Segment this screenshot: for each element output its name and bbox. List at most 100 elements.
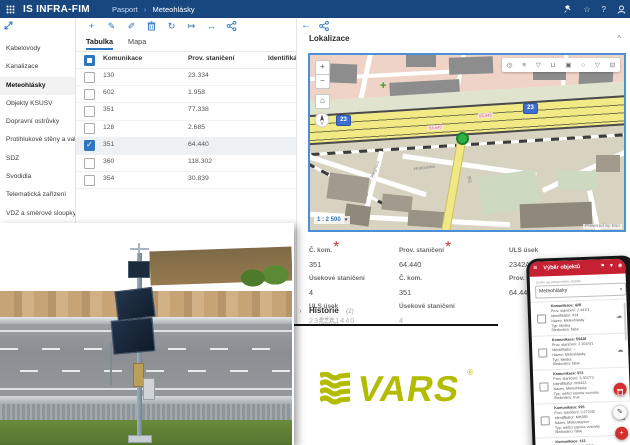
back-button[interactable]: ← <box>301 20 311 31</box>
sidebar-item-sdz[interactable]: SDZ <box>0 150 75 168</box>
column-header-komunikace[interactable]: Komunikace <box>103 55 142 62</box>
sidebar-item-telematicka-zarizeni[interactable]: Telematická zařízení <box>0 186 75 204</box>
tab-tabulka[interactable]: Tabulka <box>86 37 113 50</box>
column-header-prov-staniceni[interactable]: Prov. staničení <box>188 55 234 62</box>
edit-fab[interactable]: ✎ <box>612 405 628 421</box>
layers-icon[interactable]: ▣ <box>565 61 571 69</box>
map-compass[interactable] <box>314 112 330 128</box>
share-icon[interactable] <box>319 21 329 31</box>
road-shield-23: 23 <box>336 115 351 126</box>
map-home-button[interactable]: ⌂ <box>315 94 330 109</box>
map-plus-marker: + <box>380 80 386 92</box>
table-row[interactable]: 128 2.685 <box>76 120 296 138</box>
pasport-sidebar: Kabelovody Kanalizace Meteohlásky Objekt… <box>0 18 76 223</box>
select-all-checkbox[interactable] <box>84 55 95 66</box>
map-attribution: Powered by Esri <box>583 224 622 229</box>
photo-solar-panel <box>111 317 156 355</box>
map-scale-selector[interactable]: 1 : 2 500▾ <box>314 216 350 224</box>
object-type-select[interactable]: Meteohlásky ▾ <box>535 283 626 299</box>
map-zoom-in-button[interactable]: + <box>315 60 330 75</box>
pin-icon[interactable] <box>564 5 572 13</box>
item-checkbox[interactable] <box>539 382 548 391</box>
row-checkbox[interactable] <box>84 72 95 83</box>
table-row[interactable]: 130 23.334 <box>76 68 296 86</box>
menu-icon[interactable]: ≡ <box>533 265 537 272</box>
sidebar-item-kanalizace[interactable]: Kanalizace <box>0 58 75 76</box>
filter-icon[interactable]: ▼ <box>609 262 614 268</box>
share-button[interactable] <box>226 21 237 31</box>
edit-button[interactable]: ✎ <box>106 21 117 32</box>
mobile-app-overlay: ≡ Výběr objektů ⚑ ▼ ◉ Zvolte typ pasport… <box>526 255 630 445</box>
sidebar-item-kabelovody[interactable]: Kabelovody <box>0 40 75 58</box>
lokalizace-map[interactable]: + 64.440 64.440 23 23 Riegrova Hrotovick… <box>308 53 626 232</box>
registered-mark: ® <box>467 368 473 377</box>
sidebar-item-meteohlasky[interactable]: Meteohlásky <box>0 77 75 95</box>
app-title: IS INFRA-FIM <box>23 4 90 15</box>
photo-solar-panel <box>128 261 150 278</box>
field-prov-staniceni: Prov. staničení* 64.440 <box>399 239 499 269</box>
phone-list-item[interactable]: Komunikace: 428Prov. staničení: 2.441/1 … <box>530 299 627 337</box>
table-row[interactable]: 602 1.958 <box>76 85 296 103</box>
cloud-sync-icon[interactable]: ☁ <box>617 347 623 354</box>
app-launcher-icon[interactable] <box>6 5 15 14</box>
cloud-sync-icon[interactable]: ☁ <box>616 313 622 320</box>
print-icon[interactable]: ⊟ <box>610 61 615 69</box>
help-icon[interactable]: ? <box>602 5 606 14</box>
field-usekove-staniceni: Úsekové staničení 4 <box>309 267 409 297</box>
item-checkbox[interactable] <box>541 416 550 425</box>
sidebar-item-protihlukove-steny[interactable]: Protihlukové stěny a valy <box>0 131 75 149</box>
expand-panel-icon[interactable] <box>4 21 13 30</box>
select-icon[interactable]: ▽ <box>595 61 600 69</box>
sidebar-item-objekty-ksusv[interactable]: Objekty KSUSV <box>0 95 75 113</box>
row-checkbox[interactable] <box>84 106 95 117</box>
table-row[interactable]: 354 30.839 <box>76 171 296 189</box>
phone-screen: ≡ Výběr objektů ⚑ ▼ ◉ Zvolte typ pasport… <box>529 259 630 445</box>
swap-button[interactable]: ↔ <box>206 21 217 31</box>
row-checkbox[interactable] <box>84 158 95 169</box>
add-fab[interactable]: + <box>615 427 628 440</box>
user-icon[interactable] <box>617 5 626 14</box>
measure-icon[interactable]: ⊔ <box>551 61 556 69</box>
section-title-lokalizace: Lokalizace <box>309 34 349 43</box>
row-checkbox[interactable] <box>84 123 95 134</box>
row-checkbox[interactable] <box>84 89 95 100</box>
collapse-section-icon[interactable]: ^ <box>617 34 621 43</box>
item-checkbox[interactable] <box>537 314 546 323</box>
sidebar-item-vdz-smerove-sloupky[interactable]: VDZ a směrové sloupky <box>0 205 75 223</box>
move-to-button[interactable]: ↦ <box>186 21 197 32</box>
sidebar-item-svodidla[interactable]: Svodidla <box>0 168 75 186</box>
table-row-selected[interactable]: 351 64.440 <box>76 137 296 155</box>
row-checkbox[interactable] <box>84 140 95 151</box>
breadcrumb-parent[interactable]: Pasport <box>112 5 138 14</box>
expand-historie-icon[interactable]: › <box>299 308 301 315</box>
map-selected-object-marker[interactable] <box>456 132 469 145</box>
field-c-kom: Č. kom.* 351 <box>309 239 409 269</box>
favorites-icon[interactable]: ☆ <box>583 5 590 14</box>
item-checkbox[interactable] <box>538 348 547 357</box>
map-zoom-out-button[interactable]: − <box>315 74 330 89</box>
sidebar-item-dopravni-ostruvky[interactable]: Dopravní ostrůvky <box>0 113 75 131</box>
delete-button[interactable] <box>146 21 157 31</box>
row-checkbox[interactable] <box>84 175 95 186</box>
add-button[interactable]: + <box>86 21 97 31</box>
table-row[interactable]: 351 77.338 <box>76 102 296 120</box>
filter-icon[interactable]: ▽ <box>536 61 541 69</box>
breadcrumb-current: Meteohlásky <box>152 5 194 14</box>
breadcrumb: Pasport › Meteohlásky <box>112 5 195 14</box>
screenshot-collage: IS INFRA-FIM Pasport › Meteohlásky ☆ ? <box>0 0 630 445</box>
phone-list-item[interactable]: Komunikace: 55428Prov. staničení: 2.101/… <box>532 332 629 370</box>
bulk-edit-button[interactable]: ✐ <box>126 21 137 32</box>
table-row[interactable]: 360 118.302 <box>76 154 296 172</box>
legend-icon[interactable]: ≡ <box>522 62 526 69</box>
refresh-button[interactable]: ↻ <box>166 21 177 32</box>
draw-icon[interactable]: ○ <box>581 62 585 69</box>
vars-logo: VARS ® <box>320 366 510 412</box>
flag-icon[interactable]: ⚑ <box>600 263 605 269</box>
top-app-bar: IS INFRA-FIM Pasport › Meteohlásky ☆ ? <box>0 0 630 18</box>
tab-mapa[interactable]: Mapa <box>128 37 146 46</box>
basemap-icon[interactable]: ◎ <box>507 61 513 69</box>
map-station-label: 64.440 <box>478 112 493 118</box>
target-icon[interactable]: ◉ <box>618 262 623 268</box>
breadcrumb-separator-icon: › <box>144 5 147 14</box>
column-header-identifikator[interactable]: Identifikátor <box>268 55 296 62</box>
